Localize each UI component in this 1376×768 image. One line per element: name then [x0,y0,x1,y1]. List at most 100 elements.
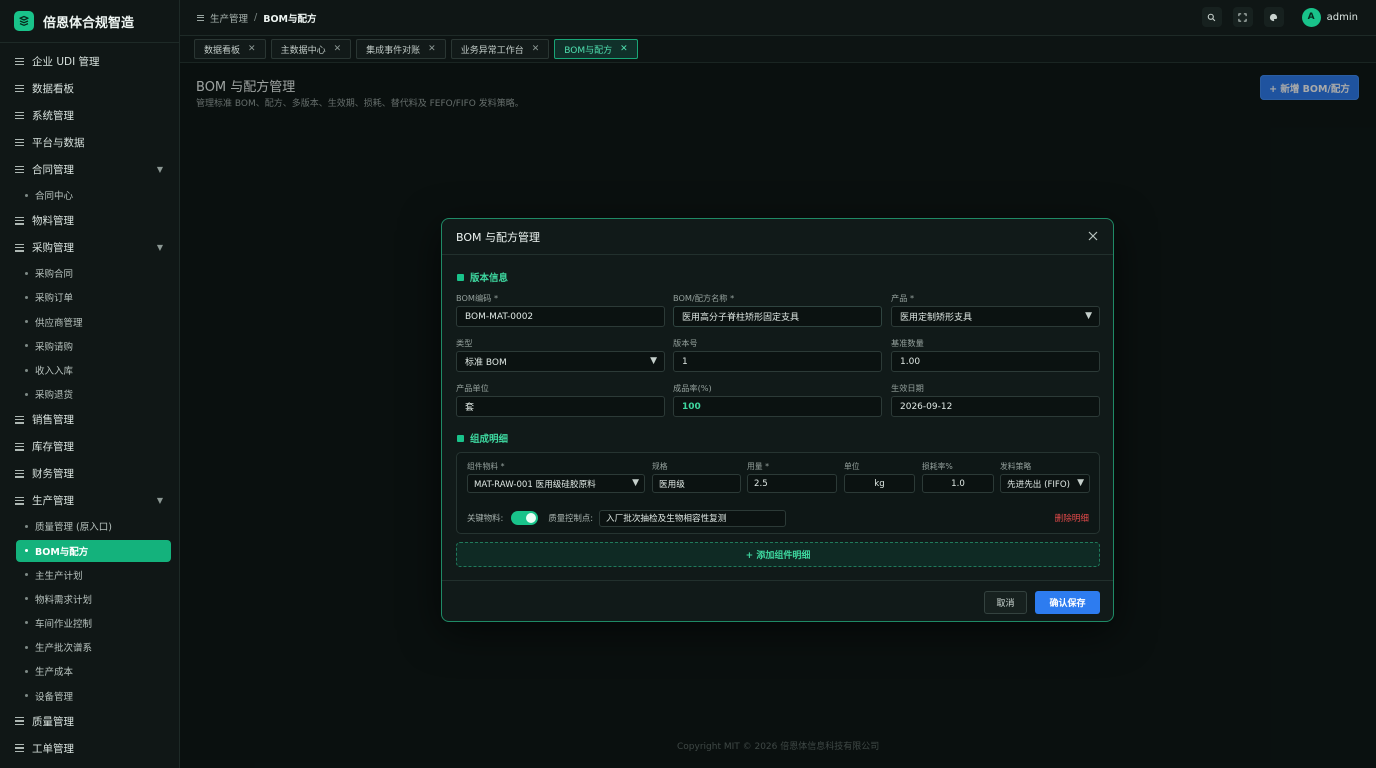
close-tab-icon[interactable]: ✕ [248,44,256,54]
chevron-down-icon: ▼ [632,478,639,488]
sidebar-group-item[interactable]: 数据看板 [0,75,179,102]
sidebar-subitem[interactable]: 采购订单 [0,285,179,309]
loss-input[interactable]: 1.0 [922,474,994,493]
sidebar-item-label: 供应商管理 [35,317,83,329]
sidebar-subitem[interactable]: 采购合同 [0,261,179,285]
sidebar-group-item[interactable]: 工单管理 [0,735,179,762]
close-button[interactable] [1087,230,1099,242]
tab-label: 业务异常工作台 [460,45,524,56]
sidebar-group-item[interactable]: 销售管理 [0,406,179,433]
sidebar-group-item[interactable]: 生产管理 ▼ [0,487,179,514]
add-component-button[interactable]: + 添加组件明细 [456,542,1100,567]
tab[interactable]: 数据看板 ✕ [194,39,266,59]
version-input[interactable]: 1 [673,351,882,372]
tab-active[interactable]: BOM与配方 ✕ [554,39,638,59]
confirm-save-button[interactable]: 确认保存 [1035,591,1100,614]
close-tab-icon[interactable]: ✕ [334,44,342,54]
sidebar-item-label: 生产成本 [35,667,74,679]
sidebar-subitem[interactable]: 生产成本 [0,659,179,683]
collapse-menu-icon[interactable] [197,14,204,21]
sidebar-subitem[interactable]: 采购请购 [0,334,179,358]
bullet-icon [25,549,28,552]
sidebar-subitem[interactable]: 物料需求计划 [0,587,179,611]
material-select[interactable]: MAT-RAW-001 医用级硅胶原料 ▼ [467,474,645,493]
strategy-value: 先进先出 (FIFO) [1007,479,1070,490]
qc-point-input[interactable]: 入厂批次抽检及生物相容性复测 [599,509,787,527]
sidebar-group-item[interactable]: 合同管理 ▼ [0,156,179,183]
strategy-select[interactable]: 先进先出 (FIFO) ▼ [1000,474,1090,493]
delete-component-link[interactable]: 删除明细 [1055,512,1089,524]
unit-input[interactable]: 套 [456,396,665,417]
section-version-label: 版本信息 [470,273,509,284]
base-qty-input[interactable]: 1.00 [891,351,1100,372]
menu-icon [15,469,24,478]
theme-button[interactable] [1263,7,1284,27]
sidebar-group-item[interactable]: 物料管理 [0,207,179,234]
strategy-label: 发料策略 [1000,462,1032,471]
tab[interactable]: 主数据中心 ✕ [270,39,352,59]
sidebar-item-label: 平台与数据 [32,137,85,149]
product-select[interactable]: 医用定制矫形支具 ▼ [891,306,1100,327]
sidebar-group-item[interactable]: 质量管理 [0,708,179,735]
breadcrumb-separator: / [254,12,258,23]
sidebar-subitem[interactable]: 质量管理 (原入口) [0,514,179,538]
sidebar-subitem[interactable]: 合同中心 [0,183,179,207]
loss-label: 损耗率% [922,462,953,471]
close-tab-icon[interactable]: ✕ [620,44,628,54]
qc-point-label: 质量控制点: [548,513,594,523]
qty-input[interactable]: 2.5 [747,474,837,493]
effective-date-label: 生效日期 [891,383,924,393]
search-button[interactable] [1201,7,1222,27]
bullet-icon [25,320,28,324]
tab[interactable]: 业务异常工作台 ✕ [450,39,550,59]
sidebar-item-label: 采购订单 [35,293,74,305]
comp-unit-input[interactable]: kg [844,474,915,493]
fullscreen-button[interactable] [1232,7,1253,27]
avatar[interactable]: A [1301,7,1321,27]
key-material-toggle[interactable] [511,511,539,525]
loss-field: 损耗率% 1.0 [922,461,994,493]
sidebar-subitem[interactable]: 生产批次谱系 [0,635,179,659]
section-version-title: 版本信息 [457,270,508,284]
sidebar-group-item[interactable]: 系统管理 [0,102,179,129]
tab[interactable]: 集成事件对账 ✕ [356,39,446,59]
close-tab-icon[interactable]: ✕ [532,44,540,54]
modal-title: BOM 与配方管理 [456,230,540,244]
type-select[interactable]: 标准 BOM ▼ [456,351,665,372]
yield-input[interactable]: 100 [673,396,882,417]
sidebar-nav: 企业 UDI 管理 数据看板 系统管理平台与数据合同管理 ▼ 合同中心 物料管理 采购管理 ▼… [0,43,179,762]
sidebar-subitem[interactable]: 主生产计划 [0,563,179,587]
spec-input[interactable]: 医用级 [652,474,741,493]
brand-logo-icon [14,11,34,31]
bom-modal: BOM 与配方管理 版本信息 BOM编码 * BOM-MAT-0002 BOM/… [441,218,1114,622]
sidebar-item-label: 采购退货 [35,390,74,402]
sidebar-subitem[interactable]: 车间作业控制 [0,611,179,635]
cancel-button[interactable]: 取消 [984,591,1027,614]
bullet-icon [25,573,28,577]
palette-icon [1270,13,1278,21]
sidebar-group-item[interactable]: 财务管理 [0,460,179,487]
bullet-icon [25,694,28,698]
product-value: 医用定制矫形支具 [900,313,973,323]
effective-date-input[interactable]: 2026-09-12 [891,396,1100,417]
sidebar-subitem[interactable]: 设备管理 [0,683,179,707]
sidebar-item-label: 生产批次谱系 [35,643,93,655]
sidebar-subitem[interactable]: 收入入库 [0,358,179,382]
sidebar-subitem-active[interactable]: BOM与配方 [16,539,171,562]
bom-code-input[interactable]: BOM-MAT-0002 [456,306,665,327]
sidebar-group-item[interactable]: 企业 UDI 管理 [0,48,179,75]
close-icon [1088,231,1098,241]
sidebar-group-item[interactable]: 采购管理 ▼ [0,234,179,261]
sidebar: 倍恩体合规智造 企业 UDI 管理 数据看板 系统管理 平台与数据 合同管理 ▼ 合同中心物… [0,0,180,768]
sidebar-item-label: 采购合同 [35,269,74,281]
breadcrumb-parent[interactable]: 生产管理 [210,11,248,25]
sidebar-subitem[interactable]: 采购退货 [0,382,179,406]
component-extra-row: 关键物料: 质量控制点: 入厂批次抽检及生物相容性复测 删除明细 [467,508,1089,528]
brand[interactable]: 倍恩体合规智造 [0,0,179,43]
close-tab-icon[interactable]: ✕ [428,44,436,54]
sidebar-group-item[interactable]: 平台与数据 [0,129,179,156]
sidebar-subitem[interactable]: 供应商管理 [0,310,179,334]
bom-name-input[interactable]: 医用高分子脊柱矫形固定支具 [673,306,882,327]
user-name[interactable]: admin [1327,12,1358,23]
sidebar-group-item[interactable]: 库存管理 [0,433,179,460]
